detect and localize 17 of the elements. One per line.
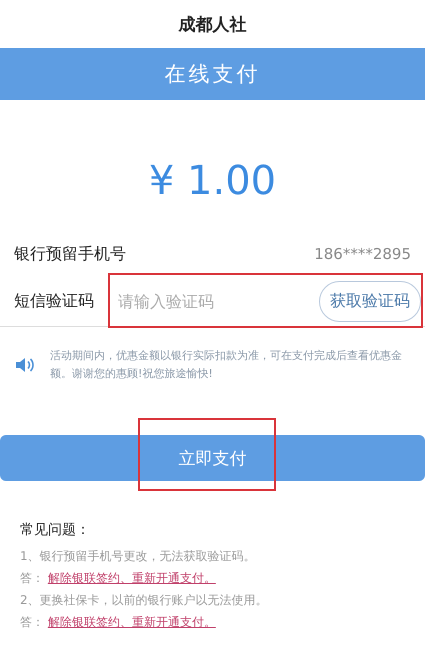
notice-text: 活动期间内，优惠金额以银行实际扣款为准，可在支付完成后查看优惠金额。谢谢您的惠顾!祝您旅途愉快! bbox=[50, 348, 403, 382]
faq-question: 2、更换社保卡，以前的银行账户以无法使用。 bbox=[20, 592, 269, 609]
get-code-button[interactable]: 获取验证码 bbox=[319, 280, 421, 322]
pay-button[interactable]: 立即支付 bbox=[0, 435, 425, 481]
answer-link[interactable]: 解除银联签约、重新开通支付。 bbox=[48, 615, 216, 629]
banner-title: 在线支付 bbox=[164, 61, 260, 88]
input-field[interactable]: 请输入验证码 bbox=[118, 288, 288, 314]
answer-label: 答： bbox=[20, 615, 44, 629]
faq-title: 常见问题： bbox=[20, 521, 91, 540]
field-label: 短信验证码 bbox=[14, 290, 94, 312]
payment-amount: ¥ 1.00 bbox=[148, 158, 278, 204]
page-title: 成都人社 bbox=[178, 14, 246, 36]
field-label: 银行预留手机号 bbox=[14, 244, 126, 264]
answer-label: 答： bbox=[20, 571, 44, 585]
faq-question: 1、银行预留手机号更改，无法获取验证码。 bbox=[20, 548, 257, 565]
phone-number: 186****2895 bbox=[314, 245, 411, 263]
answer-link[interactable]: 解除银联签约、重新开通支付。 bbox=[48, 571, 216, 585]
